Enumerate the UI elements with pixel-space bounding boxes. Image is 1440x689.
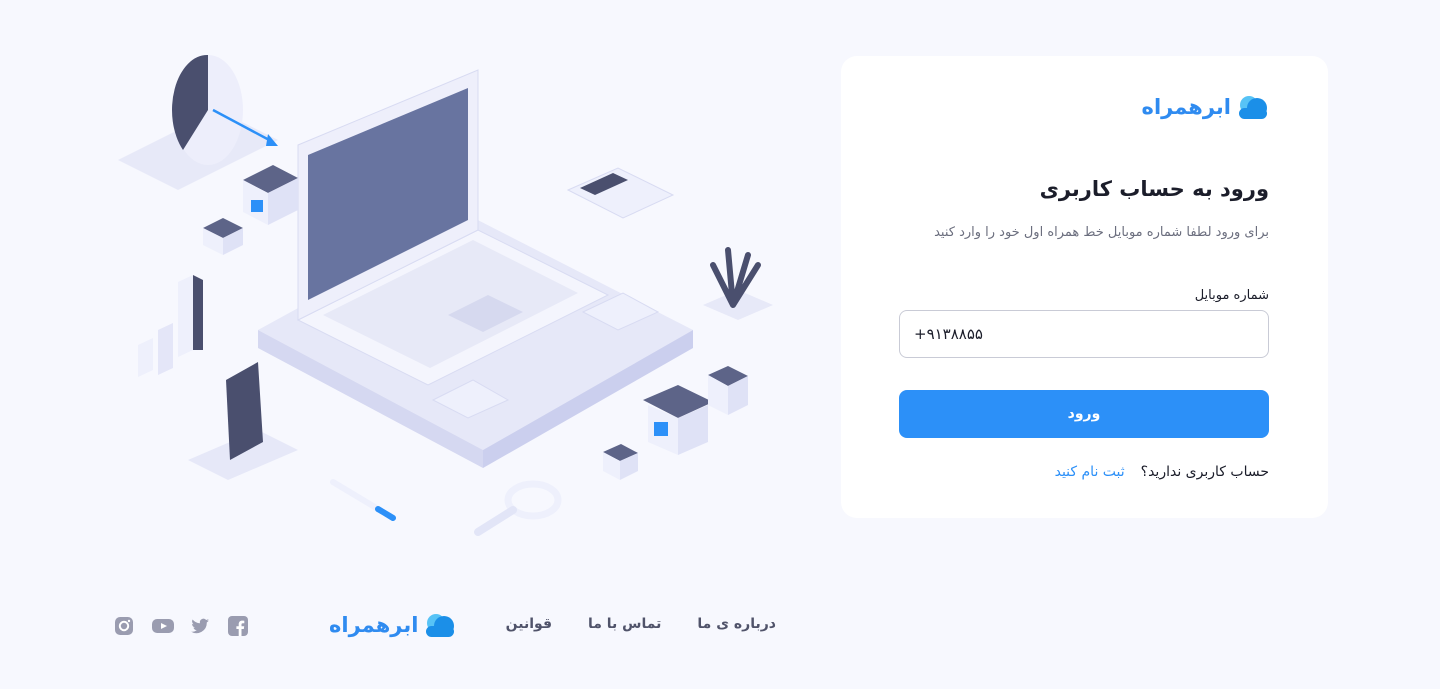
login-card: ابرهمراه ورود به حساب کاربری برای ورود ل… — [841, 56, 1328, 518]
signup-row: حساب کاربری ندارید؟ ثبت نام کنید — [1055, 464, 1269, 480]
page-subtitle: برای ورود لطفا شماره موبایل خط همراه اول… — [934, 225, 1269, 240]
social-links — [114, 616, 248, 636]
footer-link-terms[interactable]: قوانین — [506, 616, 552, 632]
footer-logo[interactable]: ابرهمراه — [329, 612, 456, 638]
cloud-icon — [426, 614, 455, 637]
no-account-text: حساب کاربری ندارید؟ — [1140, 464, 1269, 480]
footer-wordmark: ابرهمراه — [329, 612, 419, 637]
hero-illustration — [108, 50, 780, 550]
page-title: ورود به حساب کاربری — [1039, 177, 1269, 201]
login-button[interactable]: ورود — [899, 390, 1269, 438]
signup-link[interactable]: ثبت نام کنید — [1055, 464, 1125, 480]
footer-link-contact[interactable]: تماس با ما — [588, 616, 661, 632]
footer-link-about[interactable]: درباره ی ما — [697, 616, 776, 632]
twitter-icon[interactable] — [190, 616, 210, 636]
footer: درباره ی ما تماس با ما قوانین ابرهمراه — [0, 600, 1440, 650]
facebook-icon[interactable] — [228, 616, 248, 636]
footer-nav: درباره ی ما تماس با ما قوانین — [506, 616, 776, 632]
mobile-field[interactable] — [899, 310, 1269, 358]
youtube-icon[interactable] — [152, 616, 174, 636]
brand-wordmark: ابرهمراه — [1141, 94, 1232, 119]
brand-logo[interactable]: ابرهمراه — [1142, 94, 1269, 120]
mobile-label: شماره موبایل — [1194, 288, 1269, 303]
instagram-icon[interactable] — [114, 616, 134, 636]
cloud-icon — [1239, 96, 1267, 119]
